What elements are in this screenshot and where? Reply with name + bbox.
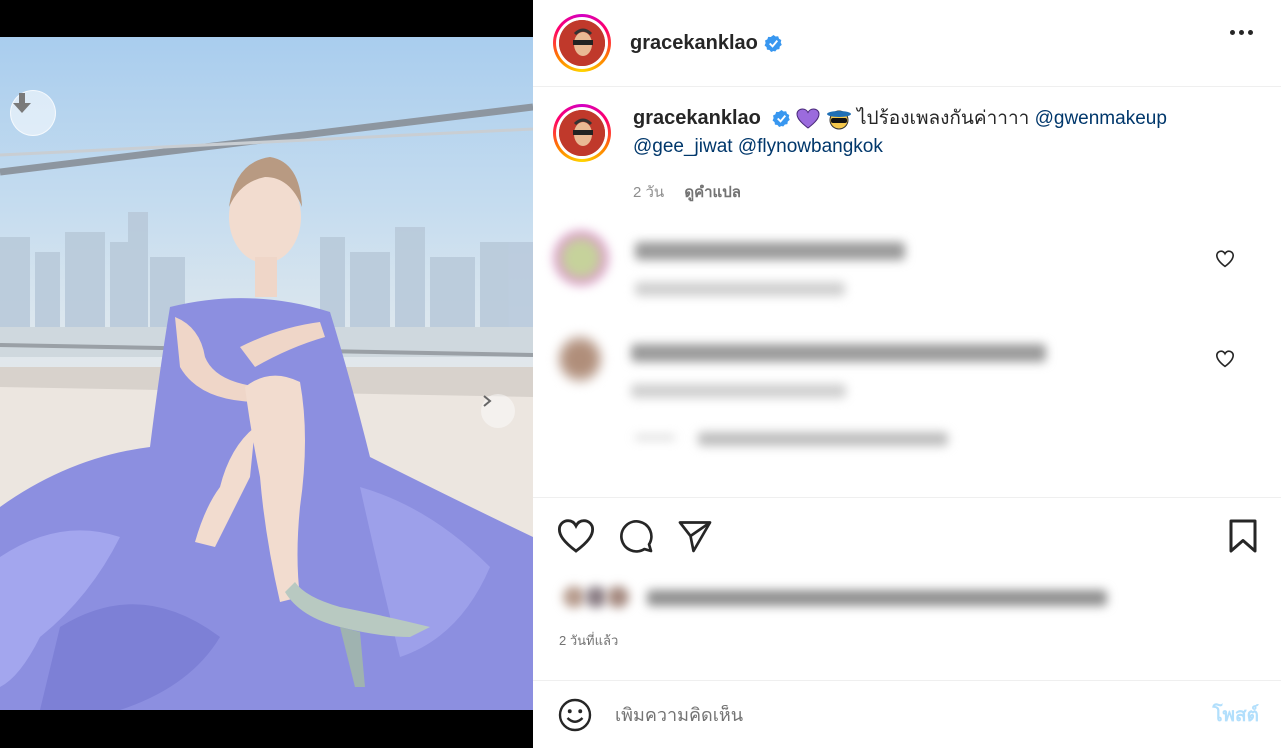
download-arrow-icon: [13, 93, 31, 113]
header-username[interactable]: gracekanklao: [630, 32, 758, 55]
post-photo[interactable]: [0, 37, 533, 710]
comment-text: [631, 344, 1046, 362]
comment-bubble-icon[interactable]: [618, 518, 654, 554]
comment-item: [553, 230, 1253, 296]
post-header: gracekanklao: [533, 0, 1281, 87]
replies-text: [698, 432, 948, 446]
avatar-image: [559, 20, 605, 66]
carousel-next-button[interactable]: [481, 394, 515, 428]
comment-avatar[interactable]: [557, 334, 603, 384]
caption-meta: 2 วัน ดูคำแปล: [633, 180, 741, 204]
post-comment-button[interactable]: โพสต์: [1212, 700, 1259, 730]
liker-avatar: [607, 586, 629, 608]
comment-avatar[interactable]: [553, 230, 609, 286]
add-comment-bar: โพสต์: [533, 680, 1281, 748]
liker-avatar: [563, 586, 585, 608]
bookmark-icon[interactable]: [1227, 518, 1259, 554]
post-time-ago: 2 วันที่แล้ว: [559, 633, 619, 648]
likes-summary[interactable]: [559, 582, 1119, 612]
caption: gracekanklao ไปร้องเพลงกันค่าาาา @gwenma…: [553, 104, 1253, 162]
avatar-image: [559, 110, 605, 156]
mention-link[interactable]: @gwenmakeup: [1035, 108, 1167, 129]
disguise-face-emoji: [826, 110, 851, 130]
view-replies-row[interactable]: [553, 430, 1253, 460]
caption-body: ไปร้องเพลงกันค่าาาา: [856, 108, 1030, 129]
caption-time: 2 วัน: [633, 184, 665, 201]
caption-avatar[interactable]: [553, 104, 611, 162]
likes-text: [647, 590, 1107, 606]
verified-badge-icon: [764, 34, 782, 52]
comment-meta: [631, 384, 846, 398]
mention-link[interactable]: @flynowbangkok: [738, 136, 883, 157]
post-actions-section: 2 วันที่แล้ว โพสต์: [533, 497, 1281, 748]
heart-icon[interactable]: [557, 518, 595, 554]
chevron-right-icon: [483, 395, 492, 407]
replies-divider: [635, 436, 675, 439]
comment-text: [635, 242, 905, 260]
mention-link[interactable]: @gee_jiwat: [633, 136, 733, 157]
comment-like-heart-icon[interactable]: [1215, 250, 1235, 268]
smiley-icon[interactable]: [557, 697, 593, 733]
download-button[interactable]: [10, 90, 56, 136]
avatar[interactable]: [553, 14, 611, 72]
translate-link[interactable]: ดูคำแปล: [684, 184, 741, 201]
comment-item: [553, 332, 1253, 398]
caption-text: gracekanklao ไปร้องเพลงกันค่าาาา @gwenma…: [633, 104, 1167, 162]
verified-badge-icon: [772, 110, 790, 128]
liker-avatar: [585, 586, 607, 608]
comment-input[interactable]: [615, 704, 1175, 726]
comment-like-heart-icon[interactable]: [1215, 350, 1235, 368]
post-media-pane: [0, 0, 533, 748]
post-details-panel: gracekanklao gracekanklao ไปร้องเพลงกันค…: [533, 0, 1281, 748]
photo-illustration: [0, 103, 533, 710]
purple-heart-emoji: [796, 108, 820, 129]
caption-username[interactable]: gracekanklao: [633, 107, 761, 129]
paper-plane-icon[interactable]: [677, 518, 713, 554]
more-options-button[interactable]: [1230, 30, 1253, 35]
comment-meta: [635, 282, 845, 296]
